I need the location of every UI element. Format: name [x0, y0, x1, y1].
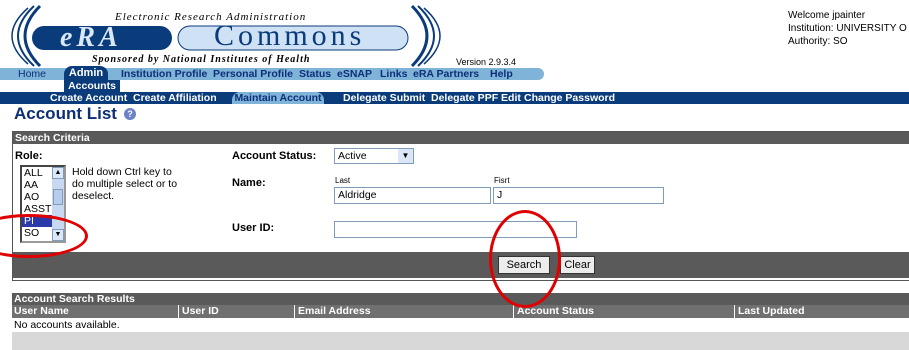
scroll-up-icon[interactable]: ▲ — [52, 167, 64, 179]
last-name-input[interactable]: Aldridge — [334, 187, 491, 204]
logo-commons-text: Commons — [214, 19, 366, 52]
help-icon[interactable]: ? — [124, 108, 136, 120]
welcome-text: Welcome jpainter — [788, 10, 866, 21]
col-email-address[interactable]: Email Address — [298, 305, 371, 318]
account-status-select[interactable]: Active ▼ — [334, 148, 414, 164]
nav-personal-profile[interactable]: Personal Profile — [213, 68, 293, 80]
search-button-bar — [13, 252, 909, 278]
subnav-maintain-account[interactable]: Maintain Account — [232, 92, 324, 104]
annotation-circle-search — [489, 210, 561, 308]
header-sponsor: Sponsored by National Institutes of Heal… — [92, 54, 311, 65]
subnav-delegate-submit[interactable]: Delegate Submit — [343, 92, 425, 104]
nav-help[interactable]: Help — [490, 68, 513, 80]
page-title: Account List — [14, 104, 117, 123]
col-last-updated[interactable]: Last Updated — [738, 305, 805, 318]
subnav-create-affiliation[interactable]: Create Affiliation — [133, 92, 217, 104]
subnav-create-account[interactable]: Create Account — [50, 92, 127, 104]
first-name-input[interactable]: J — [493, 187, 664, 204]
authority-text: Authority: SO — [788, 36, 848, 47]
nav-esnap[interactable]: eSNAP — [337, 68, 372, 80]
col-user-name[interactable]: User Name — [14, 305, 69, 318]
nav-home[interactable]: Home — [18, 68, 46, 80]
version-label: Version 2.9.3.4 — [456, 57, 517, 67]
subnav-accounts[interactable]: Accounts — [64, 80, 120, 92]
account-status-value: Active — [338, 150, 367, 162]
nav-links[interactable]: Links — [380, 68, 407, 80]
institution-text: Institution: UNIVERSITY O — [788, 23, 907, 34]
logo-era-text: eRA — [60, 22, 122, 53]
col-divider — [178, 305, 179, 318]
results-header: Account Search Results — [12, 293, 909, 305]
nav-status[interactable]: Status — [299, 68, 331, 80]
subnav-change-password[interactable]: Change Password — [524, 92, 615, 104]
account-status-label: Account Status: — [232, 150, 317, 162]
user-info: Welcome jpainter Institution: UNIVERSITY… — [788, 9, 907, 48]
col-divider — [734, 305, 735, 318]
results-empty-message: No accounts available. — [12, 318, 909, 332]
results-footer — [12, 332, 909, 350]
nav-admin[interactable]: Admin — [64, 66, 108, 81]
role-label: Role: — [15, 150, 43, 162]
first-name-label: Fisrt — [494, 176, 510, 185]
user-id-label: User ID: — [232, 222, 275, 234]
col-user-id[interactable]: User ID — [182, 305, 219, 318]
name-label: Name: — [232, 177, 266, 189]
scroll-thumb[interactable] — [53, 189, 63, 205]
nav-institution-profile[interactable]: Institution Profile — [121, 68, 207, 80]
subnav-delegate-ppf-edit[interactable]: Delegate PPF Edit — [431, 92, 521, 104]
header-tagline: Electronic Research Administration — [115, 11, 307, 23]
nav-era-partners[interactable]: eRA Partners — [413, 68, 479, 80]
role-help-text: Hold down Ctrl key to do multiple select… — [72, 166, 178, 202]
col-divider — [294, 305, 295, 318]
last-name-label: Last — [335, 176, 351, 185]
clear-button[interactable]: Clear — [560, 256, 595, 274]
search-criteria-header: Search Criteria — [13, 132, 909, 144]
col-divider — [513, 305, 514, 318]
chevron-down-icon[interactable]: ▼ — [398, 149, 413, 163]
